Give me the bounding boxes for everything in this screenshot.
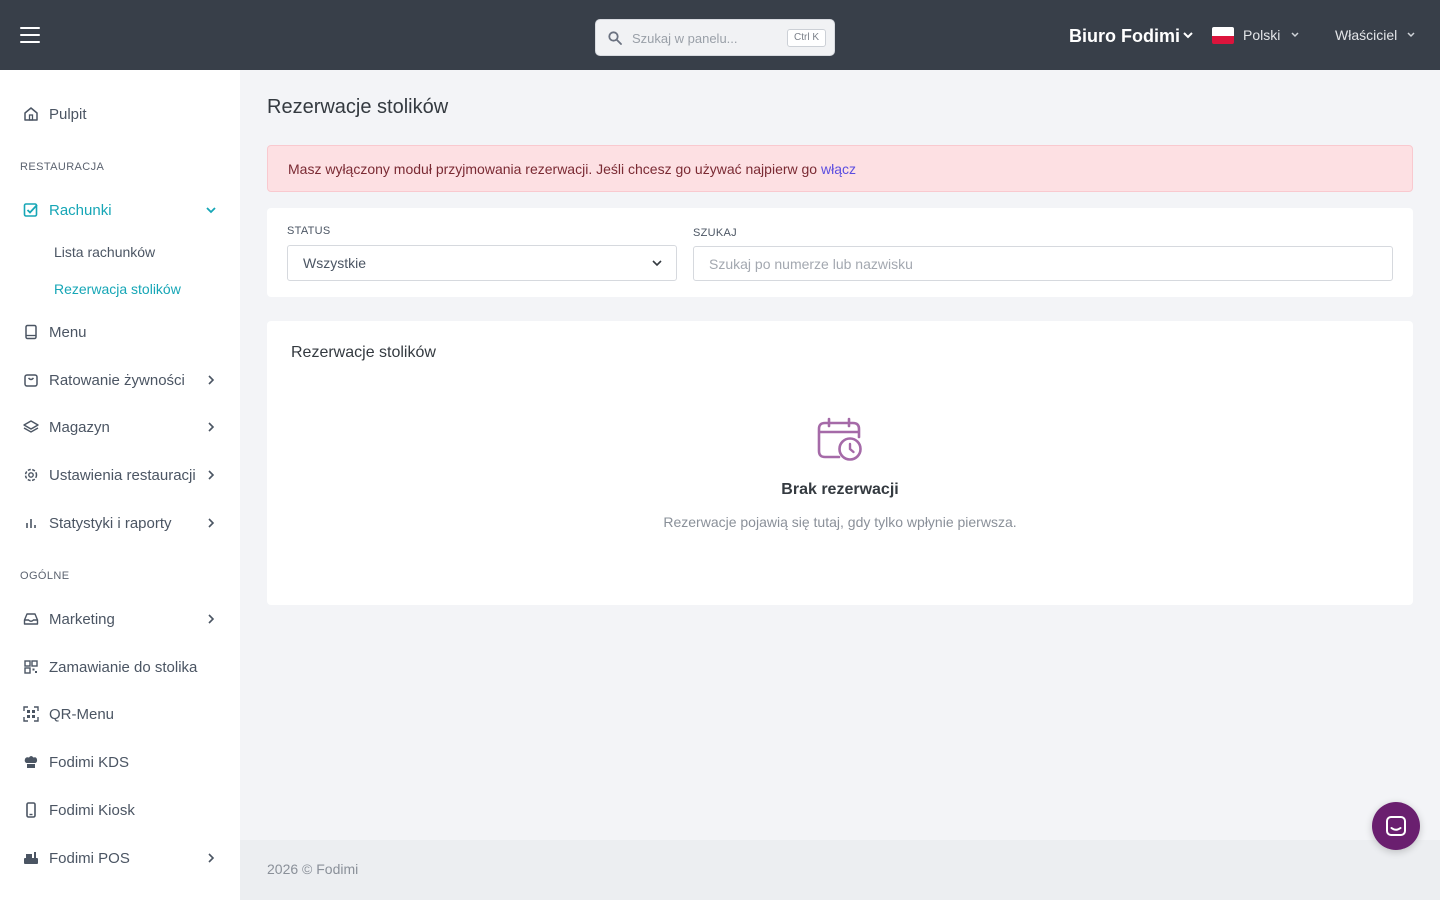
- enable-module-link[interactable]: włącz: [821, 161, 856, 177]
- chevron-down-icon: [652, 260, 662, 267]
- menu-toggle-icon[interactable]: [20, 27, 40, 43]
- sidebar-item-menu[interactable]: Menu: [0, 314, 240, 350]
- sidebar-subitem-table-reservation[interactable]: Rezerwacja stolików: [54, 281, 181, 297]
- sidebar: Pulpit RESTAURACJA Rachunki Lista rachun…: [0, 70, 240, 900]
- sidebar-item-kiosk[interactable]: Fodimi Kiosk: [0, 792, 240, 828]
- reservation-search-placeholder: Szukaj po numerze lub nazwisku: [709, 256, 913, 272]
- qr-grid-icon: [24, 660, 38, 674]
- chevron-right-icon: [208, 518, 215, 528]
- page-title: Rezerwacje stolików: [267, 96, 449, 118]
- chevron-right-icon: [208, 375, 215, 385]
- layers-icon: [23, 420, 39, 433]
- sidebar-item-qr-menu[interactable]: QR-Menu: [0, 696, 240, 732]
- section-title-general: OGÓLNE: [20, 570, 70, 582]
- qr-scan-icon: [23, 706, 39, 722]
- chevron-right-icon: [208, 422, 215, 432]
- top-bar: Szukaj w panelu... Ctrl K Biuro Fodimi P…: [0, 0, 1440, 70]
- sidebar-item-dashboard[interactable]: Pulpit: [0, 96, 240, 132]
- sidebar-item-label: Fodimi KDS: [49, 753, 130, 771]
- sidebar-item-label: Statystyki i raporty: [49, 514, 172, 532]
- sidebar-item-marketing[interactable]: Marketing: [0, 601, 240, 637]
- sidebar-item-label: Zamawianie do stolika: [49, 658, 198, 676]
- status-filter-label: STATUS: [287, 225, 331, 237]
- status-select[interactable]: Wszystkie: [287, 245, 677, 281]
- chef-hat-icon: [24, 756, 38, 768]
- phone-icon: [26, 802, 36, 818]
- empty-state-subtitle: Rezerwacje pojawią się tutaj, gdy tylko …: [663, 514, 1017, 530]
- support-chat-button[interactable]: [1372, 802, 1420, 850]
- chat-icon: [1386, 816, 1406, 836]
- gear-icon: [24, 468, 38, 482]
- sidebar-item-table-ordering[interactable]: Zamawianie do stolika: [0, 649, 240, 685]
- search-icon: [608, 31, 622, 45]
- sidebar-item-label: Fodimi POS: [49, 849, 130, 867]
- home-icon: [24, 107, 38, 121]
- sidebar-item-label: Ustawienia restauracji: [49, 466, 196, 484]
- cash-register-icon: [24, 852, 38, 864]
- reservation-search-input[interactable]: Szukaj po numerze lub nazwisku: [693, 246, 1393, 281]
- sidebar-item-restaurant-settings[interactable]: Ustawienia restauracji: [0, 457, 240, 493]
- search-shortcut-badge: Ctrl K: [787, 29, 826, 47]
- restaurant-switcher[interactable]: Biuro Fodimi: [1069, 26, 1180, 47]
- status-select-value: Wszystkie: [303, 255, 366, 271]
- card-title: Rezerwacje stolików: [291, 344, 436, 361]
- section-title-restaurant: RESTAURACJA: [20, 161, 105, 173]
- inbox-icon: [23, 613, 39, 625]
- book-icon: [25, 324, 37, 340]
- poland-flag-icon[interactable]: [1212, 27, 1234, 44]
- shopping-bag-icon: [24, 374, 38, 387]
- sidebar-item-warehouse[interactable]: Magazyn: [0, 409, 240, 445]
- language-selector[interactable]: Polski: [1243, 27, 1280, 43]
- chevron-down-icon: [206, 207, 216, 214]
- sidebar-item-label: QR-Menu: [49, 705, 115, 723]
- chevron-down-icon[interactable]: [1182, 30, 1194, 40]
- sidebar-item-kds[interactable]: Fodimi KDS: [0, 744, 240, 780]
- sidebar-item-label: Magazyn: [49, 418, 110, 436]
- chevron-down-icon[interactable]: [1290, 30, 1300, 40]
- sidebar-item-label: Fodimi Kiosk: [49, 801, 135, 819]
- search-filter-label: SZUKAJ: [693, 227, 737, 239]
- empty-state-title: Brak rezerwacji: [781, 481, 899, 498]
- footer-copyright: 2026 © Fodimi: [267, 861, 359, 877]
- search-placeholder: Szukaj w panelu...: [632, 31, 738, 46]
- sidebar-item-bills[interactable]: Rachunki: [0, 192, 240, 228]
- sidebar-item-food-rescue[interactable]: Ratowanie żywności: [0, 362, 240, 398]
- sidebar-item-label: Marketing: [49, 610, 115, 628]
- bar-chart-icon: [26, 519, 36, 528]
- checkbox-edit-icon: [23, 203, 38, 217]
- reservations-card: Rezerwacje stolików Brak rezerwacji Reze…: [267, 321, 1413, 605]
- user-menu[interactable]: Właściciel: [1335, 27, 1397, 43]
- chevron-down-icon[interactable]: [1406, 30, 1416, 40]
- chevron-right-icon: [208, 470, 215, 480]
- calendar-clock-icon: [817, 417, 862, 461]
- chevron-right-icon: [208, 853, 215, 863]
- global-search[interactable]: Szukaj w panelu... Ctrl K: [595, 19, 835, 56]
- alert-message: Masz wyłączony moduł przyjmowania rezerw…: [288, 161, 821, 177]
- filters-panel: STATUS Wszystkie SZUKAJ Szukaj po numerz…: [267, 208, 1413, 297]
- footer: 2026 © Fodimi: [240, 840, 1440, 900]
- sidebar-subitem-bills-list[interactable]: Lista rachunków: [54, 244, 155, 260]
- module-disabled-alert: Masz wyłączony moduł przyjmowania rezerw…: [267, 145, 1413, 192]
- sidebar-item-label: Menu: [49, 323, 87, 341]
- alert-text: Masz wyłączony moduł przyjmowania rezerw…: [288, 161, 856, 177]
- sidebar-item-label: Ratowanie żywności: [49, 371, 185, 389]
- sidebar-item-label: Rachunki: [49, 201, 112, 219]
- sidebar-item-label: Pulpit: [49, 105, 87, 123]
- sidebar-item-pos[interactable]: Fodimi POS: [0, 840, 240, 876]
- chevron-right-icon: [208, 614, 215, 624]
- sidebar-item-stats-reports[interactable]: Statystyki i raporty: [0, 505, 240, 541]
